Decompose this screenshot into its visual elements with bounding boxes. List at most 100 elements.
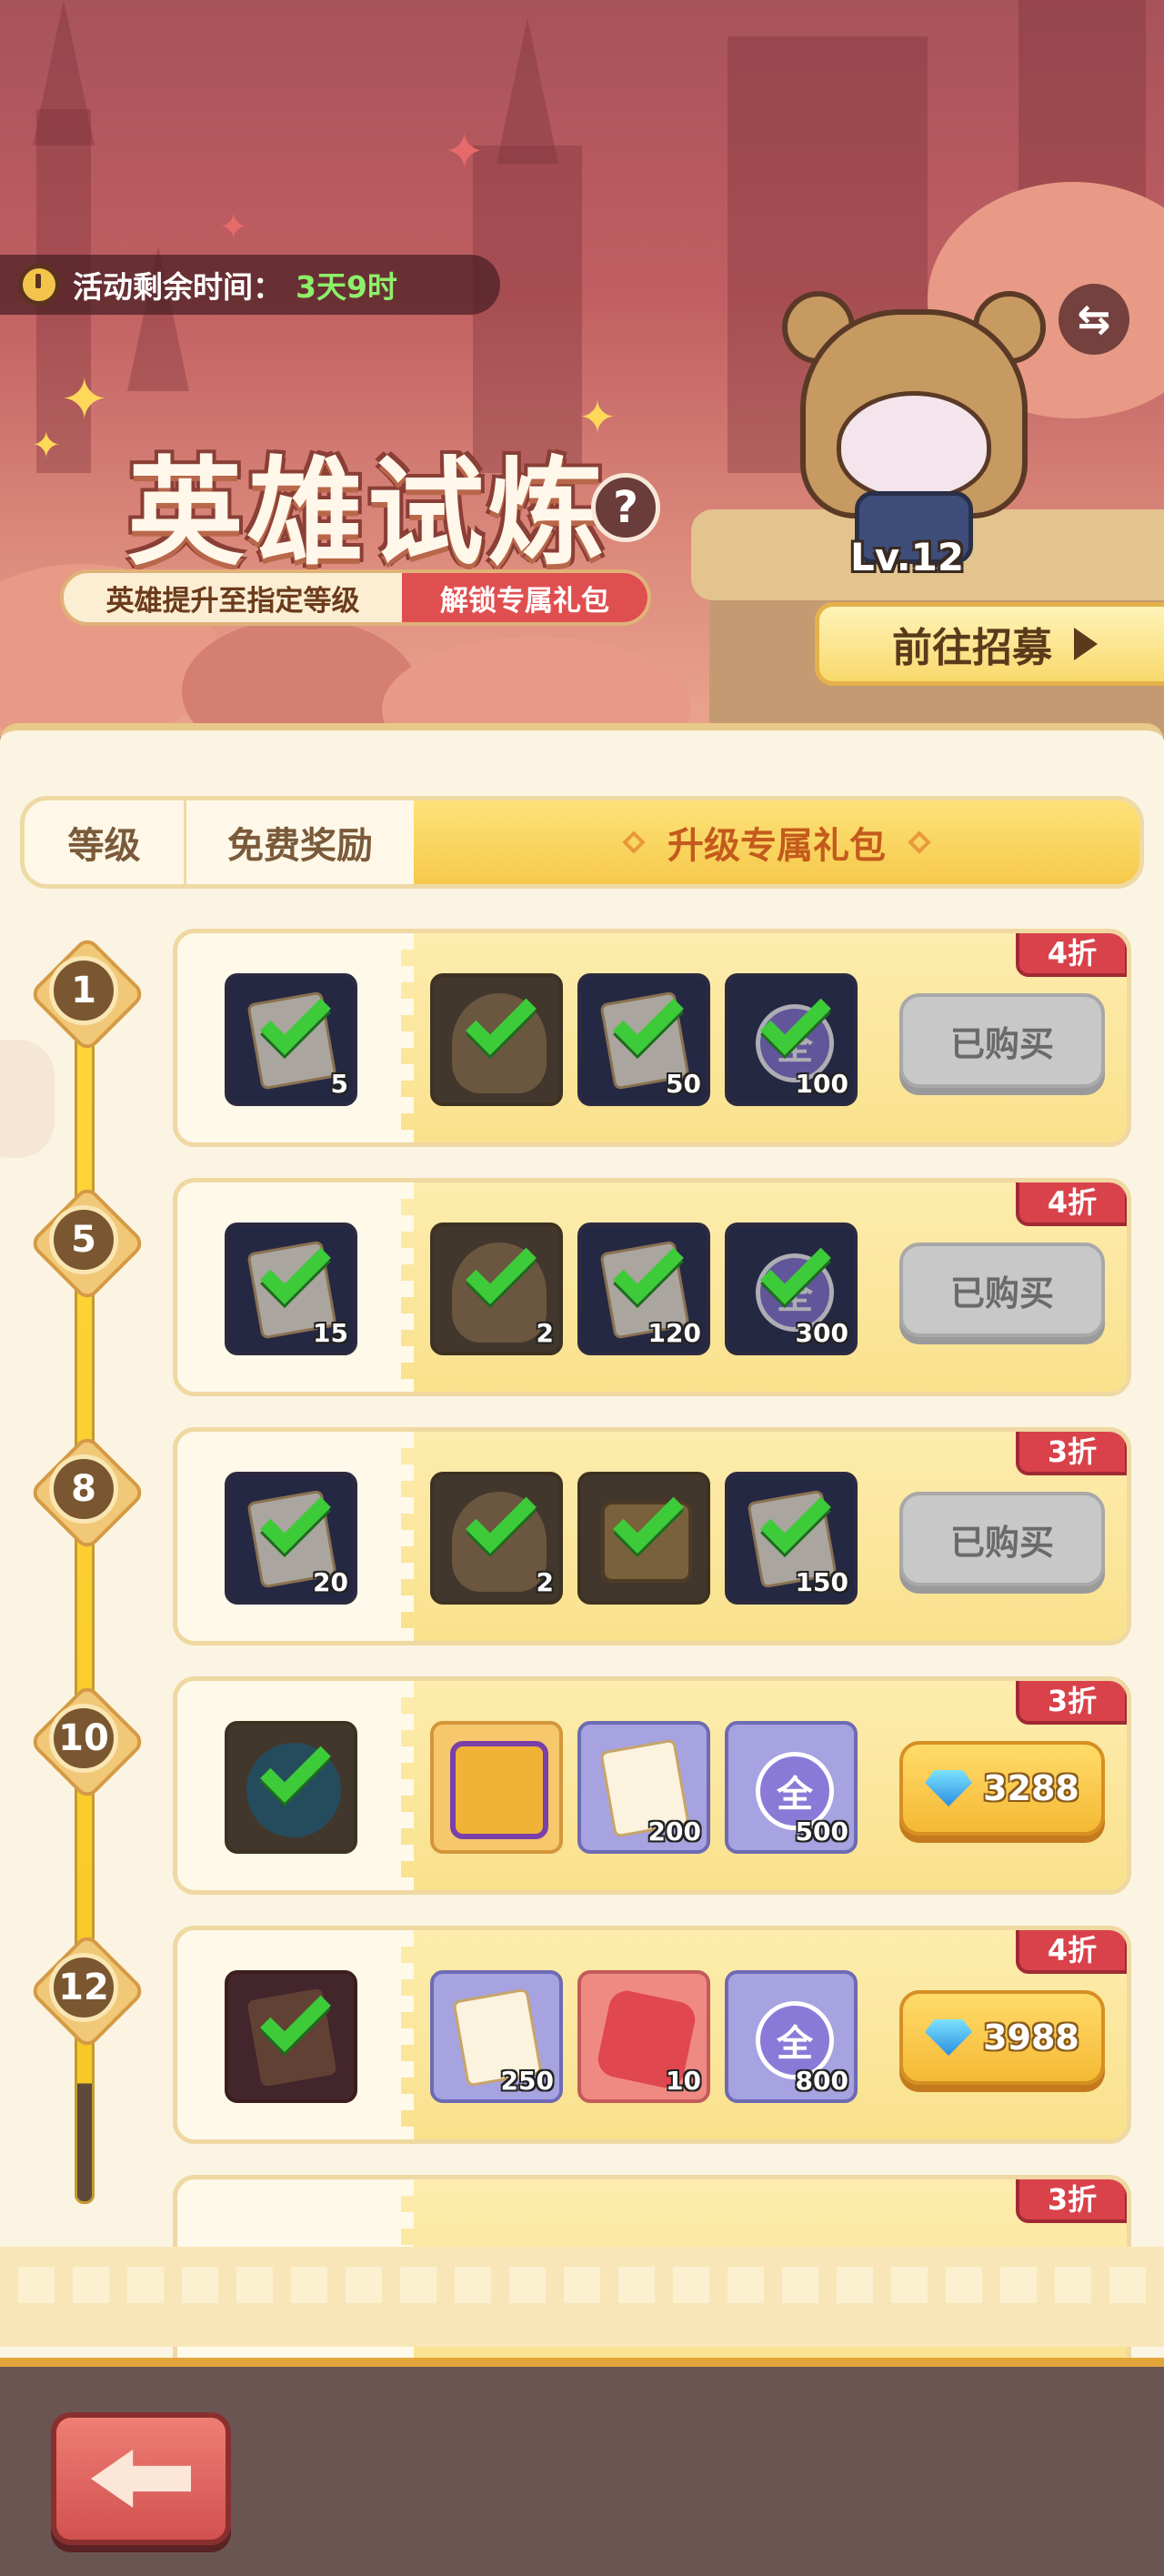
reward-item[interactable] bbox=[430, 973, 563, 1106]
diamond-icon bbox=[908, 830, 931, 854]
level-node: 12 bbox=[33, 1937, 135, 2038]
level-number: 12 bbox=[49, 1953, 118, 2022]
hero-avatar-peek bbox=[0, 1040, 55, 1158]
item-quantity: 120 bbox=[647, 1318, 701, 1348]
level-number: 10 bbox=[49, 1704, 118, 1773]
help-button[interactable]: ? bbox=[591, 473, 660, 542]
swap-icon: ⇆ bbox=[1077, 296, 1111, 343]
item-quantity: 150 bbox=[795, 1567, 848, 1597]
item-quantity: 800 bbox=[795, 2066, 848, 2096]
level-node: 1 bbox=[33, 940, 135, 1041]
item-quantity: 20 bbox=[313, 1567, 348, 1597]
sparkle-icon: ✦ bbox=[60, 367, 109, 434]
reward-item[interactable]: 15 bbox=[225, 1223, 357, 1355]
purchased-button[interactable]: 已购买 bbox=[899, 993, 1105, 1088]
event-banner: ✦ ✦ ✦ ✦ ✦ 活动剩余时间： 3天9时 英雄试炼 ? 英雄提升至指定等级 … bbox=[0, 0, 1164, 737]
discount-badge: 4折 bbox=[1016, 1930, 1127, 1974]
back-button[interactable] bbox=[51, 2412, 231, 2545]
diamond-icon bbox=[622, 830, 646, 854]
level-number: 8 bbox=[49, 1454, 118, 1524]
tab-bar: 等级 免费奖励 升级专属礼包 bbox=[20, 796, 1144, 889]
footer-bar bbox=[0, 2358, 1164, 2576]
button-label: 已购买 bbox=[949, 1273, 1054, 1313]
mystery-box-icon bbox=[450, 1741, 548, 1839]
item-quantity: 250 bbox=[500, 2066, 554, 2096]
event-title: 英雄试炼 bbox=[127, 446, 608, 581]
reward-item[interactable]: 全 100 bbox=[725, 973, 858, 1106]
level-node: 8 bbox=[33, 1438, 135, 1540]
discount-badge: 4折 bbox=[1016, 933, 1127, 977]
cloud bbox=[382, 637, 691, 737]
sparkle-icon: ✦ bbox=[218, 206, 249, 248]
purchased-button[interactable]: 已购买 bbox=[899, 1492, 1105, 1586]
gift-row: 15 2 120 全 300 已购买 4折 bbox=[173, 1178, 1131, 1396]
timer-value: 3天9时 bbox=[296, 269, 397, 305]
tab-level[interactable]: 等级 bbox=[25, 800, 186, 884]
item-quantity: 15 bbox=[313, 1318, 348, 1348]
reward-item[interactable]: 120 bbox=[577, 1223, 710, 1355]
item-quantity: 200 bbox=[647, 1816, 701, 1846]
reward-item[interactable] bbox=[577, 1472, 710, 1605]
reward-item[interactable]: 150 bbox=[725, 1472, 858, 1605]
clock-icon bbox=[18, 264, 60, 306]
button-label: 已购买 bbox=[949, 1522, 1054, 1563]
discount-badge: 3折 bbox=[1016, 2179, 1127, 2223]
reward-item[interactable]: 2 bbox=[430, 1472, 563, 1605]
reward-item[interactable]: 全 500 bbox=[725, 1721, 858, 1854]
price-label: 3288 bbox=[983, 1768, 1079, 1808]
discount-badge: 3折 bbox=[1016, 1681, 1127, 1725]
gift-row: 5 50 全 100 已购买 4折 bbox=[173, 929, 1131, 1147]
diamond-gem-icon bbox=[925, 1770, 973, 1806]
gift-panel: 等级 免费奖励 升级专属礼包 1 5 50 全 100 已购买 4折 5 15 … bbox=[0, 723, 1164, 2360]
price-label: 3988 bbox=[983, 2018, 1079, 2058]
buy-button[interactable]: 3288 bbox=[899, 1741, 1105, 1836]
reward-item[interactable]: 全 300 bbox=[725, 1223, 858, 1355]
item-quantity: 100 bbox=[795, 1069, 848, 1099]
buy-button[interactable]: 3988 bbox=[899, 1990, 1105, 2085]
reward-item[interactable]: 200 bbox=[577, 1721, 710, 1854]
scallop-border bbox=[0, 2267, 1164, 2303]
reward-item[interactable]: 250 bbox=[430, 1970, 563, 2103]
button-label: 已购买 bbox=[949, 1023, 1054, 1064]
reward-item[interactable]: 全 800 bbox=[725, 1970, 858, 2103]
hero-character[interactable] bbox=[782, 291, 1046, 564]
item-quantity: 10 bbox=[666, 2066, 701, 2096]
sparkle-icon: ✦ bbox=[444, 123, 486, 180]
sparkle-icon: ✦ bbox=[31, 425, 62, 467]
level-number: 1 bbox=[49, 956, 118, 1025]
reward-item[interactable]: 10 bbox=[577, 1970, 710, 2103]
level-node: 5 bbox=[33, 1189, 135, 1291]
reward-item[interactable]: 20 bbox=[225, 1472, 357, 1605]
reward-item[interactable] bbox=[225, 1721, 357, 1854]
swap-hero-button[interactable]: ⇆ bbox=[1059, 284, 1129, 355]
subtitle-reward: 解锁专属礼包 bbox=[402, 573, 647, 622]
item-quantity: 2 bbox=[536, 1318, 554, 1348]
item-quantity: 2 bbox=[536, 1567, 554, 1597]
hero-face bbox=[837, 391, 991, 500]
reward-item[interactable] bbox=[225, 1970, 357, 2103]
recruit-label: 前往招募 bbox=[892, 625, 1052, 671]
reward-item[interactable]: 5 bbox=[225, 973, 357, 1106]
reward-item[interactable] bbox=[430, 1721, 563, 1854]
question-mark-icon: ? bbox=[613, 482, 638, 533]
item-quantity: 50 bbox=[666, 1069, 701, 1099]
subtitle-condition: 英雄提升至指定等级 bbox=[105, 584, 360, 618]
tab-free-rewards[interactable]: 免费奖励 bbox=[186, 800, 414, 884]
level-number: 5 bbox=[49, 1205, 118, 1274]
diamond-gem-icon bbox=[925, 2019, 973, 2056]
recruit-button[interactable]: 前往招募 bbox=[815, 602, 1164, 686]
castle-spire bbox=[33, 0, 95, 146]
tab-exclusive-gift[interactable]: 升级专属礼包 bbox=[414, 800, 1139, 884]
event-timer: 活动剩余时间： 3天9时 bbox=[0, 255, 500, 315]
reward-item[interactable]: 2 bbox=[430, 1223, 563, 1355]
event-subtitle: 英雄提升至指定等级 解锁专属礼包 bbox=[60, 569, 651, 626]
hero-level: Lv.12 bbox=[850, 535, 965, 579]
gift-row: 250 10 全 800 3988 4折 bbox=[173, 1926, 1131, 2144]
reward-item[interactable]: 50 bbox=[577, 973, 710, 1106]
purchased-button[interactable]: 已购买 bbox=[899, 1243, 1105, 1337]
play-arrow-icon bbox=[1074, 628, 1098, 660]
gift-row: 20 2 150 已购买 3折 bbox=[173, 1427, 1131, 1645]
item-quantity: 300 bbox=[795, 1318, 848, 1348]
item-quantity: 500 bbox=[795, 1816, 848, 1846]
level-node: 10 bbox=[33, 1687, 135, 1789]
